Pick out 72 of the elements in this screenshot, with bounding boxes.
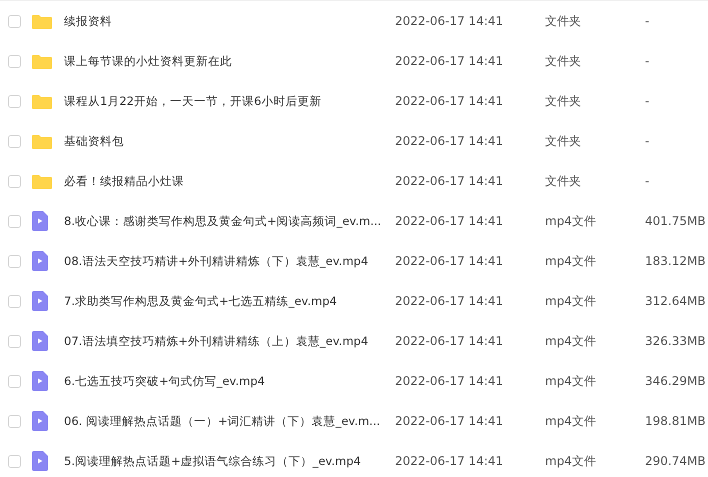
file-name[interactable]: 续报资料 [64, 14, 395, 28]
file-type: 文件夹 [545, 172, 582, 190]
modified-date: 2022-06-17 14:41 [395, 294, 504, 308]
file-size: - [645, 94, 650, 108]
modified-date: 2022-06-17 14:41 [395, 454, 504, 468]
checkbox[interactable] [8, 94, 21, 108]
file-type: mp4文件 [545, 332, 597, 350]
file-type: mp4文件 [545, 372, 597, 390]
folder-icon [32, 54, 52, 68]
file-size: 290.74MB [645, 454, 707, 468]
folder-icon [32, 14, 52, 28]
folder-icon [32, 174, 52, 188]
file-name[interactable]: 基础资料包 [64, 134, 395, 148]
file-type: mp4文件 [545, 252, 597, 270]
file-size: 198.81MB [645, 414, 707, 428]
file-size: 401.75MB [645, 214, 707, 228]
checkbox[interactable] [8, 414, 21, 428]
video-file-icon [32, 211, 48, 231]
file-size: 183.12MB [645, 254, 707, 268]
file-name[interactable]: 必看！续报精品小灶课 [64, 174, 395, 188]
file-name[interactable]: 07.语法填空技巧精炼+外刊精讲精练（上）袁慧_ev.mp4 [64, 334, 395, 348]
file-type: mp4文件 [545, 452, 597, 470]
video-file-icon [32, 451, 48, 471]
video-file-icon [32, 331, 48, 351]
checkbox[interactable] [8, 334, 21, 348]
file-type: 文件夹 [545, 92, 582, 110]
file-size: 326.33MB [645, 334, 707, 348]
modified-date: 2022-06-17 14:41 [395, 54, 504, 68]
file-name[interactable]: 课程从1月22开始，一天一节，开课6小时后更新 [64, 94, 395, 108]
file-size: - [645, 134, 650, 148]
video-file-icon [32, 251, 48, 271]
file-type: mp4文件 [545, 292, 597, 310]
video-file-icon [32, 411, 48, 431]
checkbox[interactable] [8, 374, 21, 388]
video-file-icon [32, 371, 48, 391]
modified-date: 2022-06-17 14:41 [395, 134, 504, 148]
file-size: 312.64MB [645, 294, 707, 308]
modified-date: 2022-06-17 14:41 [395, 374, 504, 388]
modified-date: 2022-06-17 14:41 [395, 334, 504, 348]
modified-date: 2022-06-17 14:41 [395, 94, 504, 108]
modified-date: 2022-06-17 14:41 [395, 414, 504, 428]
folder-icon [32, 134, 52, 148]
file-type: mp4文件 [545, 412, 597, 430]
file-type: mp4文件 [545, 212, 597, 230]
file-size: 346.29MB [645, 374, 707, 388]
file-size: - [645, 174, 650, 188]
modified-date: 2022-06-17 14:41 [395, 174, 504, 188]
file-size: - [645, 14, 650, 28]
folder-icon [32, 94, 52, 108]
modified-date: 2022-06-17 14:41 [395, 214, 504, 228]
checkbox[interactable] [8, 174, 21, 188]
file-name[interactable]: 6.七选五技巧突破+句式仿写_ev.mp4 [64, 374, 395, 388]
file-size: - [645, 54, 650, 68]
checkbox[interactable] [8, 454, 21, 468]
checkbox[interactable] [8, 14, 21, 28]
video-file-icon [32, 291, 48, 311]
checkbox[interactable] [8, 294, 21, 308]
file-name[interactable]: 5.阅读理解热点话题+虚拟语气综合练习（下）_ev.mp4 [64, 454, 395, 468]
file-name[interactable]: 7.求助类写作构思及黄金句式+七选五精练_ev.mp4 [64, 294, 395, 308]
checkbox[interactable] [8, 54, 21, 68]
file-name[interactable]: 08.语法天空技巧精讲+外刊精讲精炼（下）袁慧_ev.mp4 [64, 254, 395, 268]
checkbox[interactable] [8, 214, 21, 228]
file-name[interactable]: 8.收心课：感谢类写作构思及黄金句式+阅读高频词_ev.m... [64, 214, 395, 228]
checkbox[interactable] [8, 134, 21, 148]
file-name[interactable]: 课上每节课的小灶资料更新在此 [64, 54, 395, 68]
file-type: 文件夹 [545, 52, 582, 70]
file-type: 文件夹 [545, 12, 582, 30]
file-name[interactable]: 06. 阅读理解热点话题（一）+词汇精讲（下）袁慧_ev.m... [64, 414, 395, 428]
file-type: 文件夹 [545, 132, 582, 150]
modified-date: 2022-06-17 14:41 [395, 254, 504, 268]
checkbox[interactable] [8, 254, 21, 268]
modified-date: 2022-06-17 14:41 [395, 14, 504, 28]
